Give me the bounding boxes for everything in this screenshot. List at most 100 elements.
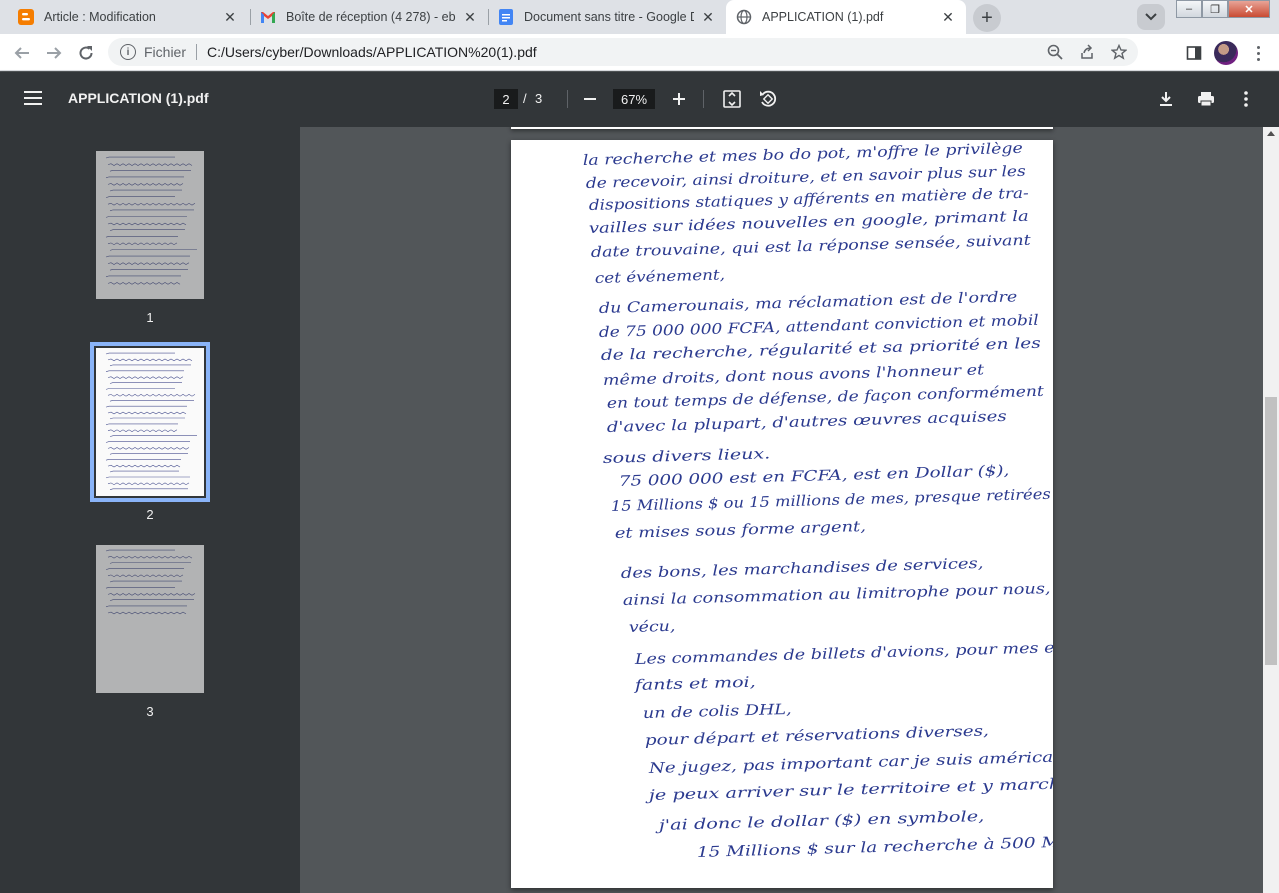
tab-title: APPLICATION (1).pdf bbox=[762, 10, 884, 24]
handwritten-line: cet événement, bbox=[595, 267, 726, 287]
document-viewer[interactable]: la recherche et mes bo do pot, m'offre l… bbox=[300, 127, 1263, 893]
new-tab-button[interactable]: + bbox=[973, 4, 1001, 32]
bookmark-star-icon[interactable] bbox=[1110, 43, 1128, 61]
thumbnail-label: 2 bbox=[146, 507, 154, 522]
vertical-scrollbar[interactable] bbox=[1263, 127, 1279, 893]
share-icon[interactable] bbox=[1078, 43, 1096, 61]
maximize-button[interactable]: ❐ bbox=[1202, 0, 1228, 18]
tab-article-modification[interactable]: Article : Modification ✕ bbox=[8, 0, 248, 34]
browser-menu-icon[interactable] bbox=[1250, 41, 1266, 65]
thumbnail-scribble bbox=[109, 400, 194, 402]
globe-icon bbox=[736, 9, 752, 25]
plus-icon: + bbox=[981, 6, 993, 29]
thumbnail-scribble bbox=[107, 394, 196, 397]
handwritten-line: et mises sous forme argent, bbox=[615, 519, 866, 542]
handwritten-line: ainsi la consommation au limitrophe pour… bbox=[623, 581, 1051, 609]
zoom-in-button[interactable] bbox=[668, 88, 690, 110]
tab-search-button[interactable] bbox=[1137, 4, 1165, 30]
forward-button[interactable] bbox=[41, 40, 67, 66]
google-docs-icon bbox=[498, 9, 514, 25]
more-actions-button[interactable] bbox=[1235, 88, 1257, 110]
profile-avatar[interactable] bbox=[1214, 41, 1238, 65]
thumbnail-scribble bbox=[105, 423, 178, 426]
handwritten-line: date trouvaine, qui est la réponse sensé… bbox=[591, 233, 1031, 261]
page-thumbnail-2[interactable] bbox=[90, 342, 210, 502]
tab-title: Document sans titre - Google Do bbox=[524, 10, 694, 24]
close-tab-icon[interactable]: ✕ bbox=[940, 9, 956, 25]
arrow-left-icon bbox=[14, 47, 29, 59]
tab-title: Boîte de réception (4 278) - eban bbox=[286, 10, 456, 24]
menu-icon[interactable] bbox=[24, 91, 42, 105]
thumbnail-scribble bbox=[105, 476, 190, 479]
thumbnail-scribble bbox=[105, 370, 184, 372]
handwritten-line: en tout temps de défense, de façon confo… bbox=[607, 384, 1045, 412]
address-divider bbox=[196, 44, 198, 60]
thumbnail-scribble bbox=[107, 411, 187, 415]
thumbnail-label: 3 bbox=[146, 704, 154, 719]
close-window-button[interactable]: ✕ bbox=[1228, 0, 1270, 18]
tab-gmail-inbox[interactable]: Boîte de réception (4 278) - eban ✕ bbox=[250, 0, 488, 34]
thumbnail-scribble bbox=[109, 488, 188, 490]
rotate-button[interactable] bbox=[757, 88, 779, 110]
handwritten-line: j'ai donc le dollar ($) en symbole, bbox=[655, 809, 985, 834]
tab-strip: Article : Modification ✕ Boîte de récept… bbox=[0, 0, 1279, 34]
page-thumbnail-3[interactable] bbox=[96, 545, 204, 693]
previous-page-edge bbox=[511, 127, 1053, 129]
address-bar[interactable]: i Fichier C:/Users/cyber/Downloads/APPLI… bbox=[108, 38, 1138, 66]
minus-icon bbox=[584, 98, 596, 100]
handwritten-line: Ne jugez, pas important car je suis amér… bbox=[647, 749, 1053, 777]
chevron-down-icon bbox=[1145, 13, 1157, 21]
scrollbar-thumb[interactable] bbox=[1265, 397, 1277, 665]
reload-icon bbox=[79, 46, 93, 60]
url-text: C:/Users/cyber/Downloads/APPLICATION%20(… bbox=[207, 44, 537, 60]
handwritten-line: 75 000 000 est en FCFA, est en Dollar ($… bbox=[619, 463, 1010, 490]
blogger-icon bbox=[18, 9, 34, 25]
download-button[interactable] bbox=[1155, 88, 1177, 110]
total-pages: 3 bbox=[535, 91, 543, 106]
handwritten-line: d'avec la plupart, d'autres œuvres acqui… bbox=[607, 409, 1007, 436]
reload-button[interactable] bbox=[73, 40, 99, 66]
handwritten-line: pour départ et réservations diverses, bbox=[645, 723, 989, 749]
handwritten-text: la recherche et mes bo do pot, m'offre l… bbox=[583, 141, 1053, 861]
close-tab-icon[interactable]: ✕ bbox=[462, 9, 478, 25]
thumbnail-scribble bbox=[109, 382, 182, 384]
handwritten-line: 15 Millions $ sur la recherche à 500 Mil… bbox=[697, 833, 1053, 861]
handwritten-line: 15 Millions $ ou 15 millions de mes, pre… bbox=[611, 487, 1051, 515]
fit-to-page-button[interactable] bbox=[721, 88, 743, 110]
thumbnail-scribble bbox=[109, 417, 185, 420]
thumbnail-scribble bbox=[105, 459, 181, 461]
handwritten-line: un de colis DHL, bbox=[643, 702, 792, 722]
fit-page-icon bbox=[723, 90, 741, 108]
scheme-label: Fichier bbox=[144, 44, 187, 60]
handwritten-line: Les commandes de billets d'avions, pour … bbox=[633, 640, 1053, 668]
zoom-out-button[interactable] bbox=[579, 88, 601, 110]
tab-google-docs[interactable]: Document sans titre - Google Do ✕ bbox=[488, 0, 726, 34]
thumbnail-scribble bbox=[105, 441, 190, 443]
scroll-up-arrow[interactable] bbox=[1267, 131, 1275, 136]
thumbnail-scribble bbox=[109, 435, 197, 437]
minimize-button[interactable]: – bbox=[1176, 0, 1202, 18]
side-panel-icon bbox=[1186, 46, 1202, 60]
page-number-input[interactable]: 2 bbox=[494, 89, 518, 109]
close-tab-icon[interactable]: ✕ bbox=[700, 9, 716, 25]
toolbar-divider bbox=[567, 90, 568, 108]
print-button[interactable] bbox=[1195, 88, 1217, 110]
info-icon[interactable]: i bbox=[120, 44, 136, 60]
gmail-icon bbox=[260, 9, 276, 25]
tab-application-pdf[interactable]: APPLICATION (1).pdf ✕ bbox=[726, 0, 966, 34]
zoom-icon[interactable] bbox=[1046, 43, 1064, 61]
back-button[interactable] bbox=[9, 40, 35, 66]
thumbnail-label: 1 bbox=[146, 310, 154, 325]
browser-toolbar: i Fichier C:/Users/cyber/Downloads/APPLI… bbox=[0, 34, 1279, 71]
page-thumbnail-1[interactable] bbox=[96, 151, 204, 299]
thumbnail-scribble bbox=[107, 358, 193, 362]
window-controls: – ❐ ✕ bbox=[1176, 0, 1270, 18]
close-tab-icon[interactable]: ✕ bbox=[222, 9, 238, 25]
arrow-right-icon bbox=[47, 47, 62, 59]
side-panel-button[interactable] bbox=[1181, 40, 1207, 66]
thumbnail-sidebar: 1 2 3 bbox=[0, 127, 300, 893]
pdf-page-2: la recherche et mes bo do pot, m'offre l… bbox=[511, 140, 1053, 888]
zoom-level-input[interactable]: 67% bbox=[613, 89, 655, 109]
handwritten-line: vécu, bbox=[629, 619, 676, 636]
thumbnail-scribble bbox=[107, 447, 190, 450]
